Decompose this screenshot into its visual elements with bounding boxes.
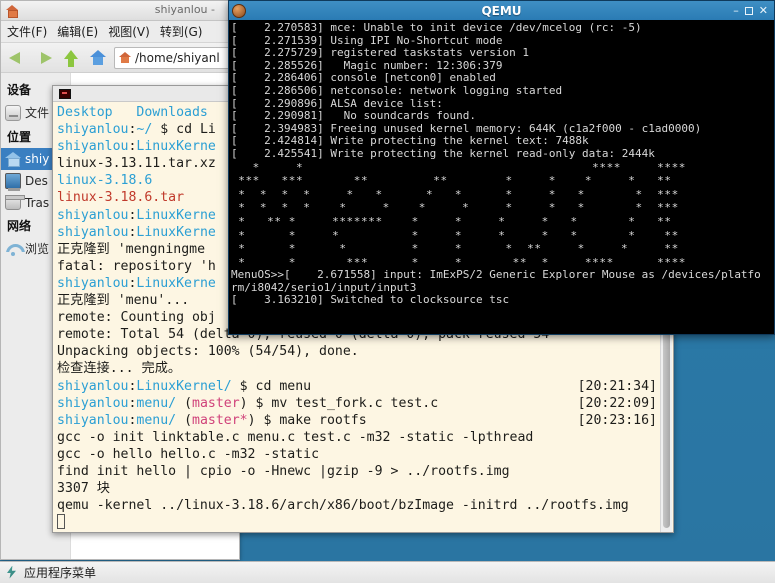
home-button-icon[interactable] [87, 47, 109, 69]
qemu-titlebar[interactable]: QEMU – ✕ [229, 1, 774, 20]
qemu-boot-log-bottom: rm/i8042/serio1/input/input3[ 3.163210] … [231, 281, 774, 307]
wifi-icon [5, 241, 21, 257]
sidebar-item-label: 浏览 [25, 242, 50, 256]
qemu-banner-line: * ** * ******* * * * * * * ** [231, 214, 672, 228]
terminal-cursor [57, 514, 671, 531]
home-icon [5, 151, 21, 167]
qemu-window: QEMU – ✕ [ 2.270583] mce: Unable to init… [228, 0, 775, 335]
terminal-line: gcc -o init linktable.c menu.c test.c -m… [57, 429, 534, 445]
qemu-prompt-line: MenuOS>>[ 2.671558] input: ImExPS/2 Gene… [231, 269, 774, 282]
sidebar-item-label: shiy [25, 152, 50, 166]
file-manager-menubar: 文件(F) 编辑(E) 视图(V) 转到(G) [1, 21, 239, 43]
close-button[interactable]: ✕ [759, 5, 768, 16]
qemu-banner-line: *** *** ** ** * * * * ** [231, 174, 672, 188]
menu-item-go[interactable]: 转到(G) [160, 23, 203, 40]
qemu-banner-line: * * * * * * * * * * * * *** [231, 201, 679, 215]
applications-menu-label[interactable]: 应用程序菜单 [24, 564, 96, 581]
maximize-button[interactable] [744, 6, 753, 15]
terminal-line: gcc -o hello hello.c -m32 -static [57, 446, 320, 462]
sidebar-item-label: Des [25, 174, 48, 188]
terminal-line: qemu -kernel ../linux-3.18.6/arch/x86/bo… [57, 498, 629, 514]
qemu-log-line: [ 3.163210] Switched to clocksource tsc [231, 293, 510, 307]
qemu-banner-line: * * **** **** [231, 160, 687, 174]
location-value: /home/shiyanl [135, 50, 220, 65]
qemu-banner-line: * * *** * * ** * **** **** [231, 255, 687, 269]
terminal-line: shiyanlou:menu/ (master*) $ make rootfs[… [57, 412, 657, 428]
file-manager-toolbar: /home/shiyanl [1, 43, 239, 73]
minimize-button[interactable]: – [733, 5, 739, 16]
menu-item-file[interactable]: 文件(F) [7, 23, 47, 40]
qemu-log-line: [ 2.290981] No soundcards found. [231, 109, 477, 123]
qemu-log-line: [ 2.425541] Write protecting the kernel … [231, 146, 655, 160]
terminal-timestamp: [20:23:16] [577, 412, 657, 428]
qemu-console[interactable]: [ 2.270583] mce: Unable to init device /… [229, 20, 774, 334]
qemu-log-line: [ 2.275729] registered taskstats version… [231, 46, 530, 60]
terminal-line: find init hello | cpio -o -Hnewc |gzip -… [57, 463, 510, 479]
home-icon [119, 51, 131, 64]
home-icon [5, 4, 19, 18]
terminal-line: shiyanlou:menu/ (master) $ mv test_fork.… [57, 395, 657, 411]
up-arrow-icon[interactable] [60, 47, 82, 69]
terminal-line: shiyanlou:LinuxKernel/ $ cd menu [20:21:3… [57, 378, 657, 394]
terminal-timestamp: [20:21:34] [577, 378, 657, 394]
file-manager-titlebar[interactable]: shiyanlou - [1, 1, 239, 21]
applications-menu-icon[interactable] [6, 566, 18, 580]
terminal-icon [59, 88, 71, 99]
location-input[interactable]: /home/shiyanl [114, 46, 234, 69]
sidebar-item-label: 文件 [25, 106, 50, 120]
file-manager-title: shiyanlou - [154, 3, 215, 16]
qemu-banner-line: * * * * * * ** * * ** [231, 242, 679, 256]
trash-icon [5, 195, 25, 210]
qemu-window-buttons: – ✕ [733, 5, 771, 16]
qemu-log-line: [ 2.270583] mce: Unable to init device /… [231, 21, 642, 34]
drive-icon [5, 104, 21, 121]
back-arrow-icon[interactable] [6, 47, 28, 69]
qemu-boot-log-top: [ 2.270583] mce: Unable to init device /… [231, 21, 774, 161]
taskbar: 应用程序菜单 [0, 561, 775, 583]
desktop-icon [5, 173, 21, 191]
terminal-line: 检查连接... 完成。 [57, 361, 182, 377]
sidebar-item-label: Tras [25, 195, 50, 210]
terminal-line: 3307 块 [57, 481, 110, 497]
qemu-log-line: [ 2.286506] netconsole: network logging … [231, 83, 563, 97]
terminal-line: Unpacking objects: 100% (54/54), done. [57, 344, 359, 360]
qemu-banner-line: * * * * * * * * * * * * *** [231, 187, 679, 201]
qemu-ascii-banner: * * **** **** *** *** ** ** * * * * ** *… [231, 161, 774, 270]
qemu-window-title: QEMU [481, 3, 522, 18]
menu-item-edit[interactable]: 编辑(E) [57, 23, 98, 40]
qemu-log-line: MenuOS>>[ 2.671558] input: ImExPS/2 Gene… [231, 268, 761, 282]
menu-item-view[interactable]: 视图(V) [108, 23, 150, 40]
terminal-timestamp: [20:22:09] [577, 395, 657, 411]
qemu-banner-line: * * * * * * * * * ** [231, 228, 679, 242]
forward-arrow-icon[interactable] [33, 47, 55, 69]
